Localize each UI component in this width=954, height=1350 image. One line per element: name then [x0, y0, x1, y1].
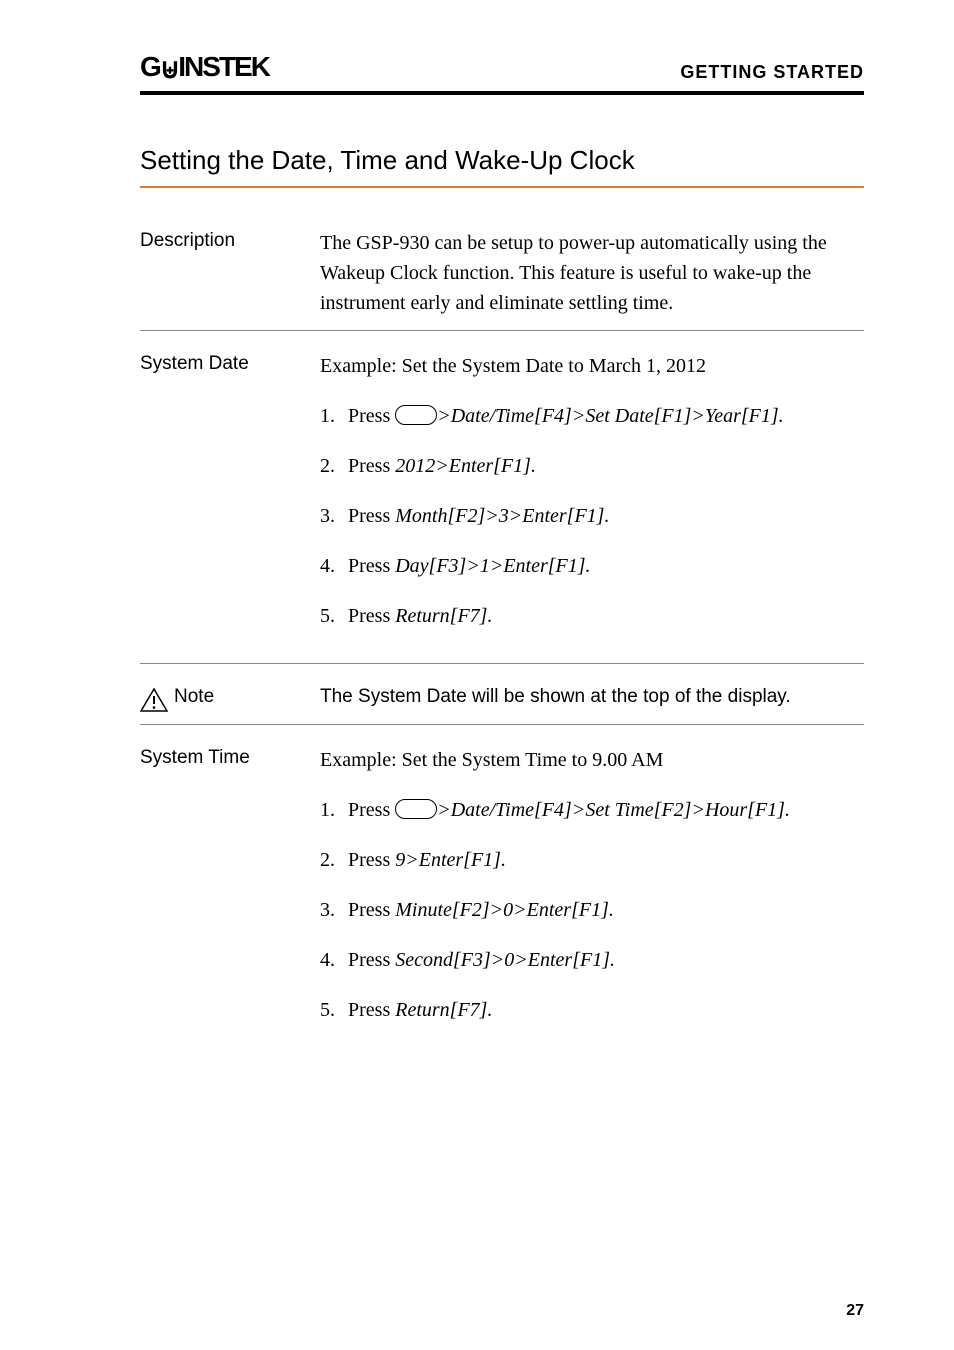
page-number: 27 — [846, 1302, 864, 1320]
system-time-content: Example: Set the System Time to 9.00 AM … — [320, 745, 864, 1045]
header-section-label: GETTING STARTED — [680, 62, 864, 83]
system-time-steps: Press >Date/Time[F4]>Set Time[F2]>Hour[F… — [320, 795, 864, 1025]
warning-triangle-icon — [140, 688, 168, 712]
note-text: The System Date will be shown at the top… — [320, 684, 864, 712]
key-oval-icon — [395, 405, 437, 425]
step-4: Press Day[F3]>1>Enter[F1]. — [320, 551, 864, 581]
system-time-label: System Time — [140, 745, 320, 1045]
logo-text: G⊎INSTEK — [140, 51, 269, 84]
description-text: The GSP-930 can be setup to power-up aut… — [320, 228, 864, 318]
section-title: Setting the Date, Time and Wake-Up Clock — [140, 145, 864, 188]
step-3: Press Month[F2]>3>Enter[F1]. — [320, 501, 864, 531]
time-step-3: Press Minute[F2]>0>Enter[F1]. — [320, 895, 864, 925]
system-date-example: Example: Set the System Date to March 1,… — [320, 351, 864, 381]
key-oval-icon — [395, 799, 437, 819]
time-step-4: Press Second[F3]>0>Enter[F1]. — [320, 945, 864, 975]
system-date-content: Example: Set the System Date to March 1,… — [320, 351, 864, 651]
note-label-col: Note — [140, 684, 320, 712]
logo: G⊎INSTEK — [140, 50, 269, 83]
system-date-label: System Date — [140, 351, 320, 651]
page-header: G⊎INSTEK GETTING STARTED — [140, 50, 864, 95]
system-time-example: Example: Set the System Time to 9.00 AM — [320, 745, 864, 775]
time-step-5: Press Return[F7]. — [320, 995, 864, 1025]
note-label-text: Note — [174, 686, 214, 708]
time-step-2: Press 9>Enter[F1]. — [320, 845, 864, 875]
description-label: Description — [140, 228, 320, 318]
time-step-1: Press >Date/Time[F4]>Set Time[F2]>Hour[F… — [320, 795, 864, 825]
description-row: Description The GSP-930 can be setup to … — [140, 228, 864, 331]
step-2: Press 2012>Enter[F1]. — [320, 451, 864, 481]
system-date-row: System Date Example: Set the System Date… — [140, 351, 864, 664]
note-row: Note The System Date will be shown at th… — [140, 684, 864, 725]
step-1: Press >Date/Time[F4]>Set Date[F1]>Year[F… — [320, 401, 864, 431]
system-time-row: System Time Example: Set the System Time… — [140, 745, 864, 1057]
system-date-steps: Press >Date/Time[F4]>Set Date[F1]>Year[F… — [320, 401, 864, 631]
step-5: Press Return[F7]. — [320, 601, 864, 631]
